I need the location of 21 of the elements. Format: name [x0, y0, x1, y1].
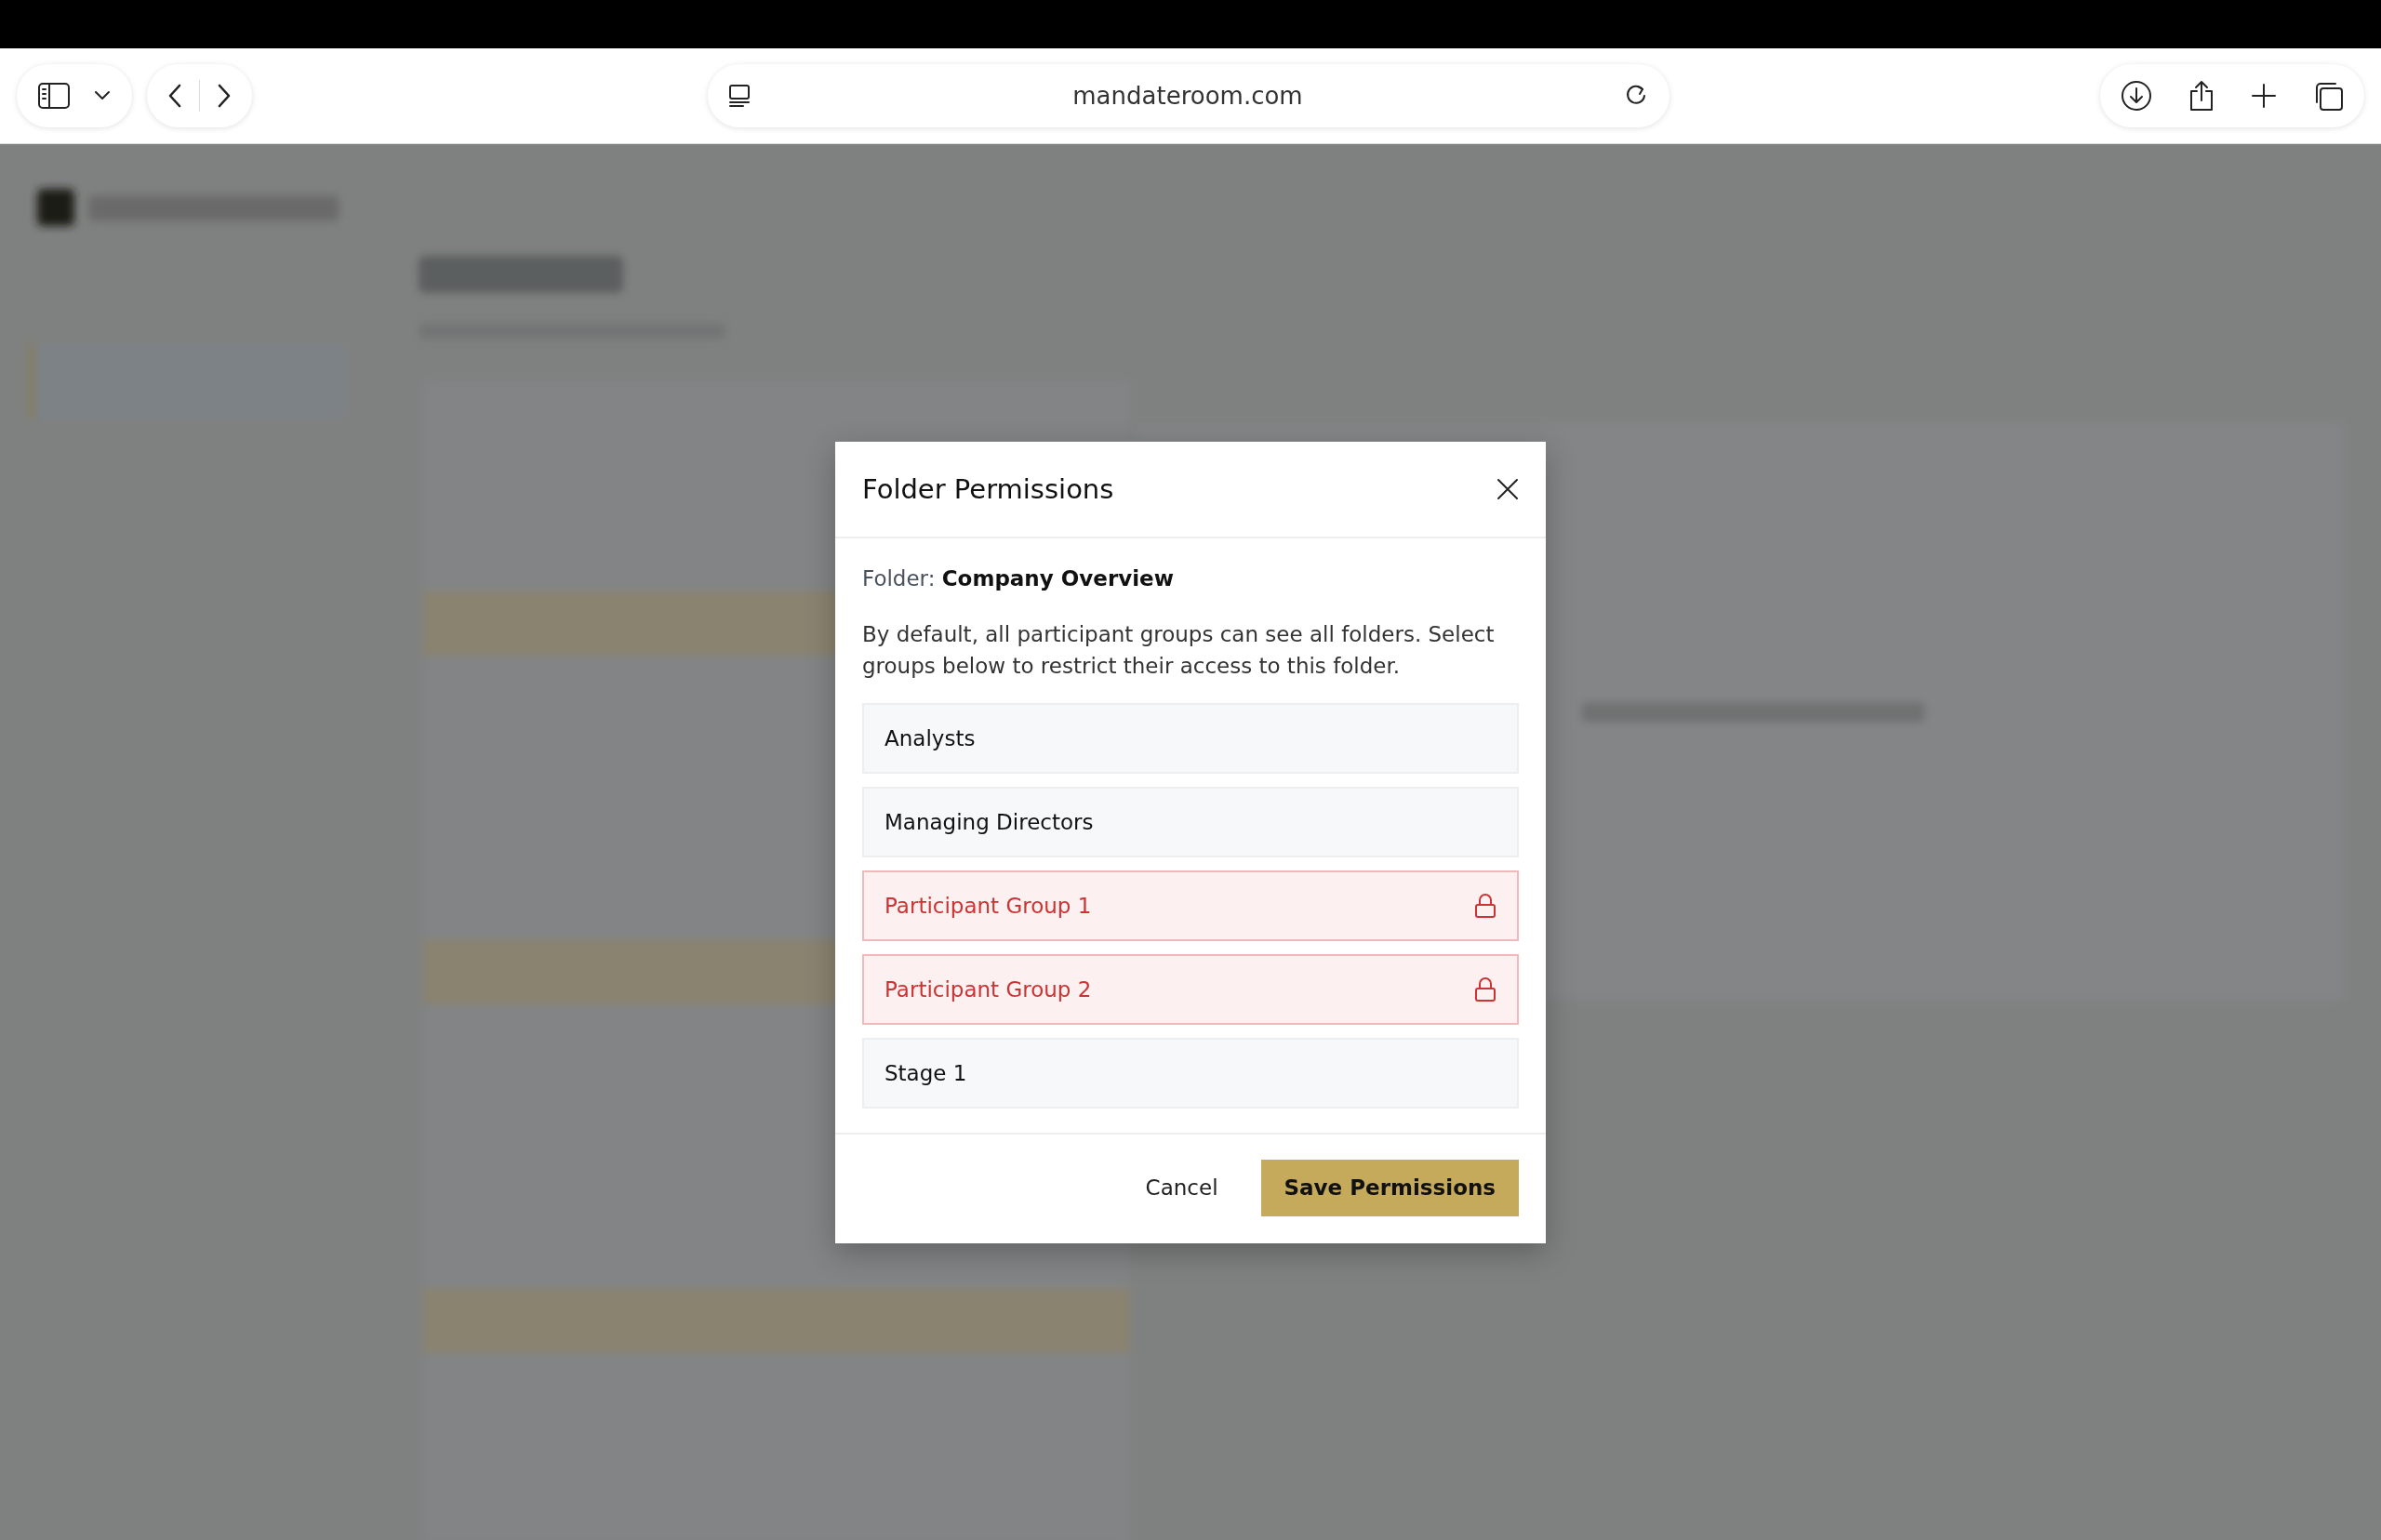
- group-row[interactable]: Participant Group 2: [862, 953, 1519, 1025]
- page-icon[interactable]: [728, 84, 751, 108]
- plus-icon[interactable]: [2251, 83, 2277, 109]
- close-icon[interactable]: [1496, 476, 1520, 501]
- group-row[interactable]: Managing Directors: [862, 786, 1519, 857]
- permission-description: By default, all participant groups can see all folders. Select groups below to restrict their access to this folder.: [862, 620, 1496, 680]
- group-row[interactable]: Analysts: [862, 702, 1519, 774]
- group-row[interactable]: Stage 1: [862, 1037, 1519, 1109]
- sidebar-icon[interactable]: [37, 81, 71, 111]
- save-permissions-button[interactable]: Save Permissions: [1260, 1159, 1519, 1216]
- forward-icon[interactable]: [217, 83, 232, 109]
- back-icon[interactable]: [167, 83, 182, 109]
- share-icon[interactable]: [2188, 80, 2215, 112]
- cancel-button[interactable]: Cancel: [1130, 1164, 1233, 1211]
- dialog-title: Folder Permissions: [862, 472, 1114, 505]
- address-field[interactable]: mandateroom.com: [1072, 82, 1303, 110]
- folder-name: Folder: Company Overview: [862, 565, 1175, 591]
- group-row[interactable]: Participant Group 1: [862, 870, 1519, 941]
- lock-icon: [1474, 892, 1496, 919]
- download-icon[interactable]: [2121, 80, 2152, 112]
- lock-icon: [1474, 976, 1496, 1002]
